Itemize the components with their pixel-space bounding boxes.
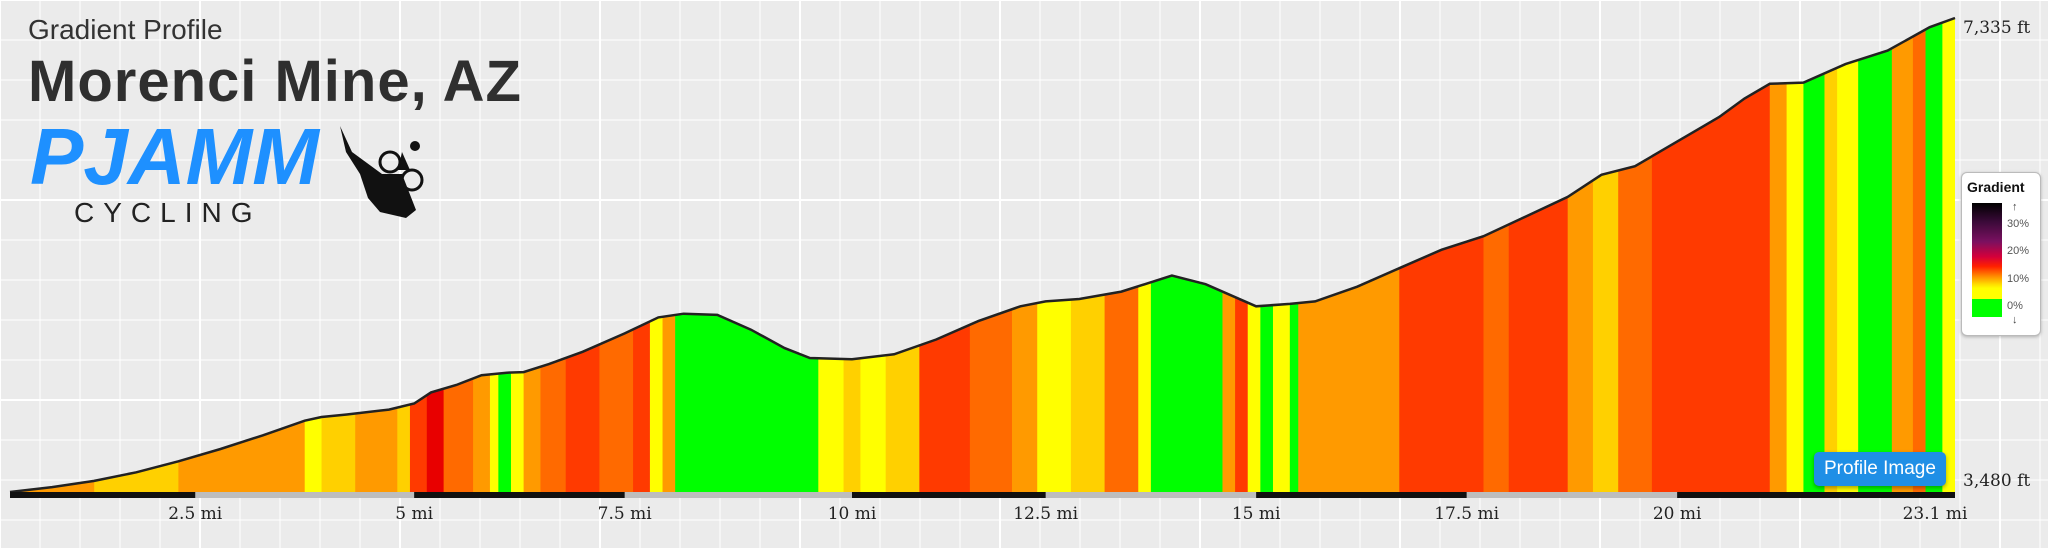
- legend-label-20: 20%: [2007, 245, 2030, 257]
- gradient-legend: Gradient ↑ 30% 20% 10% 0% ↓: [1961, 172, 2041, 336]
- gradient-segment: [843, 18, 862, 492]
- x-tick-label: 17.5 mi: [1434, 504, 1499, 524]
- gradient-segment: [1235, 18, 1249, 492]
- gradient-segment: [1786, 18, 1805, 492]
- gradient-segment: [1289, 18, 1299, 492]
- gradient-segment: [1150, 18, 1224, 492]
- gradient-segment: [1824, 18, 1838, 492]
- gradient-segment: [969, 18, 1013, 492]
- gradient-segment: [523, 18, 542, 492]
- gradient-segment: [633, 18, 651, 492]
- x-tick-label: 23.1 mi: [1903, 504, 1968, 524]
- axis-bar-segment: [414, 492, 625, 498]
- down-arrow-icon: ↓: [2012, 314, 2018, 326]
- logo-brand-text: PJAMM: [30, 122, 321, 201]
- x-tick-label: 20 mi: [1653, 504, 1702, 524]
- max-elevation-label: 7,335 ft: [1963, 18, 2031, 38]
- gradient-segment: [675, 18, 819, 492]
- axis-bar-segment: [851, 492, 1046, 498]
- profile-image-button[interactable]: Profile Image: [1814, 452, 1946, 486]
- gradient-segment: [540, 18, 567, 492]
- legend-label-10: 10%: [2007, 273, 2030, 285]
- axis-bar-segment: [1677, 492, 1955, 498]
- x-tick-label: 10 mi: [828, 504, 877, 524]
- legend-label-0: 0%: [2007, 300, 2023, 312]
- gradient-segment: [1618, 18, 1653, 492]
- logo-tag-text: CYCLING: [74, 197, 261, 228]
- gradient-segment: [1858, 18, 1893, 492]
- x-tick-label: 2.5 mi: [168, 504, 223, 524]
- gradient-segment: [1011, 18, 1038, 492]
- gradient-segment: [1104, 18, 1139, 492]
- legend-label-30: 30%: [2007, 218, 2030, 230]
- gradient-segment: [1803, 18, 1826, 492]
- gradient-segment: [565, 18, 600, 492]
- x-tick-label: 7.5 mi: [598, 504, 653, 524]
- legend-title: Gradient: [1967, 179, 2025, 195]
- gradient-segment: [885, 18, 920, 492]
- gradient-segment: [1592, 18, 1619, 492]
- gradient-segment: [860, 18, 887, 492]
- gradient-segment: [1567, 18, 1594, 492]
- legend-descent-swatch: [1972, 299, 2002, 317]
- x-tick-label: 5 mi: [395, 504, 433, 524]
- gradient-segment: [1508, 18, 1569, 492]
- pjamm-logo: PJAMM CYCLING: [30, 122, 424, 228]
- gradient-segment: [599, 18, 634, 492]
- axis-bar-segment: [1256, 492, 1467, 498]
- axis-bar-segment: [10, 492, 196, 498]
- gradient-segment: [1925, 18, 1943, 492]
- gradient-segment: [1651, 18, 1771, 492]
- gradient-segment: [1399, 18, 1485, 492]
- chart-title: Morenci Mine, AZ: [28, 49, 522, 114]
- gradient-segment: [1070, 18, 1106, 492]
- legend-color-scale: [1972, 203, 2002, 299]
- gradient-segment: [1298, 18, 1400, 492]
- gradient-segment: [1891, 18, 1914, 492]
- gradient-segment: [919, 18, 971, 492]
- header: Gradient Profile Morenci Mine, AZ: [28, 14, 522, 115]
- gradient-segment: [1942, 18, 1955, 492]
- gradient-segment: [1260, 18, 1274, 492]
- gradient-segment: [1037, 18, 1072, 492]
- gradient-segment: [1483, 18, 1510, 492]
- x-axis: 2.5 mi 5 mi 7.5 mi 10 mi 12.5 mi 15 mi 17.5 mi…: [10, 492, 1968, 524]
- gradient-segment: [1247, 18, 1261, 492]
- gradient-segment: [1837, 18, 1859, 492]
- x-tick-label: 15 mi: [1232, 504, 1281, 524]
- gradient-segment: [1272, 18, 1291, 492]
- up-arrow-icon: ↑: [2012, 201, 2018, 213]
- gradient-segment: [1222, 18, 1236, 492]
- gradient-segment: [662, 18, 676, 492]
- gradient-segment: [649, 18, 664, 492]
- chart-subtitle: Gradient Profile: [28, 14, 223, 45]
- x-tick-label: 12.5 mi: [1013, 504, 1078, 524]
- gradient-segment: [1912, 18, 1927, 492]
- min-elevation-label: 3,480 ft: [1963, 471, 2031, 491]
- cyclist-icon: [340, 126, 424, 218]
- gradient-segment: [1138, 18, 1152, 492]
